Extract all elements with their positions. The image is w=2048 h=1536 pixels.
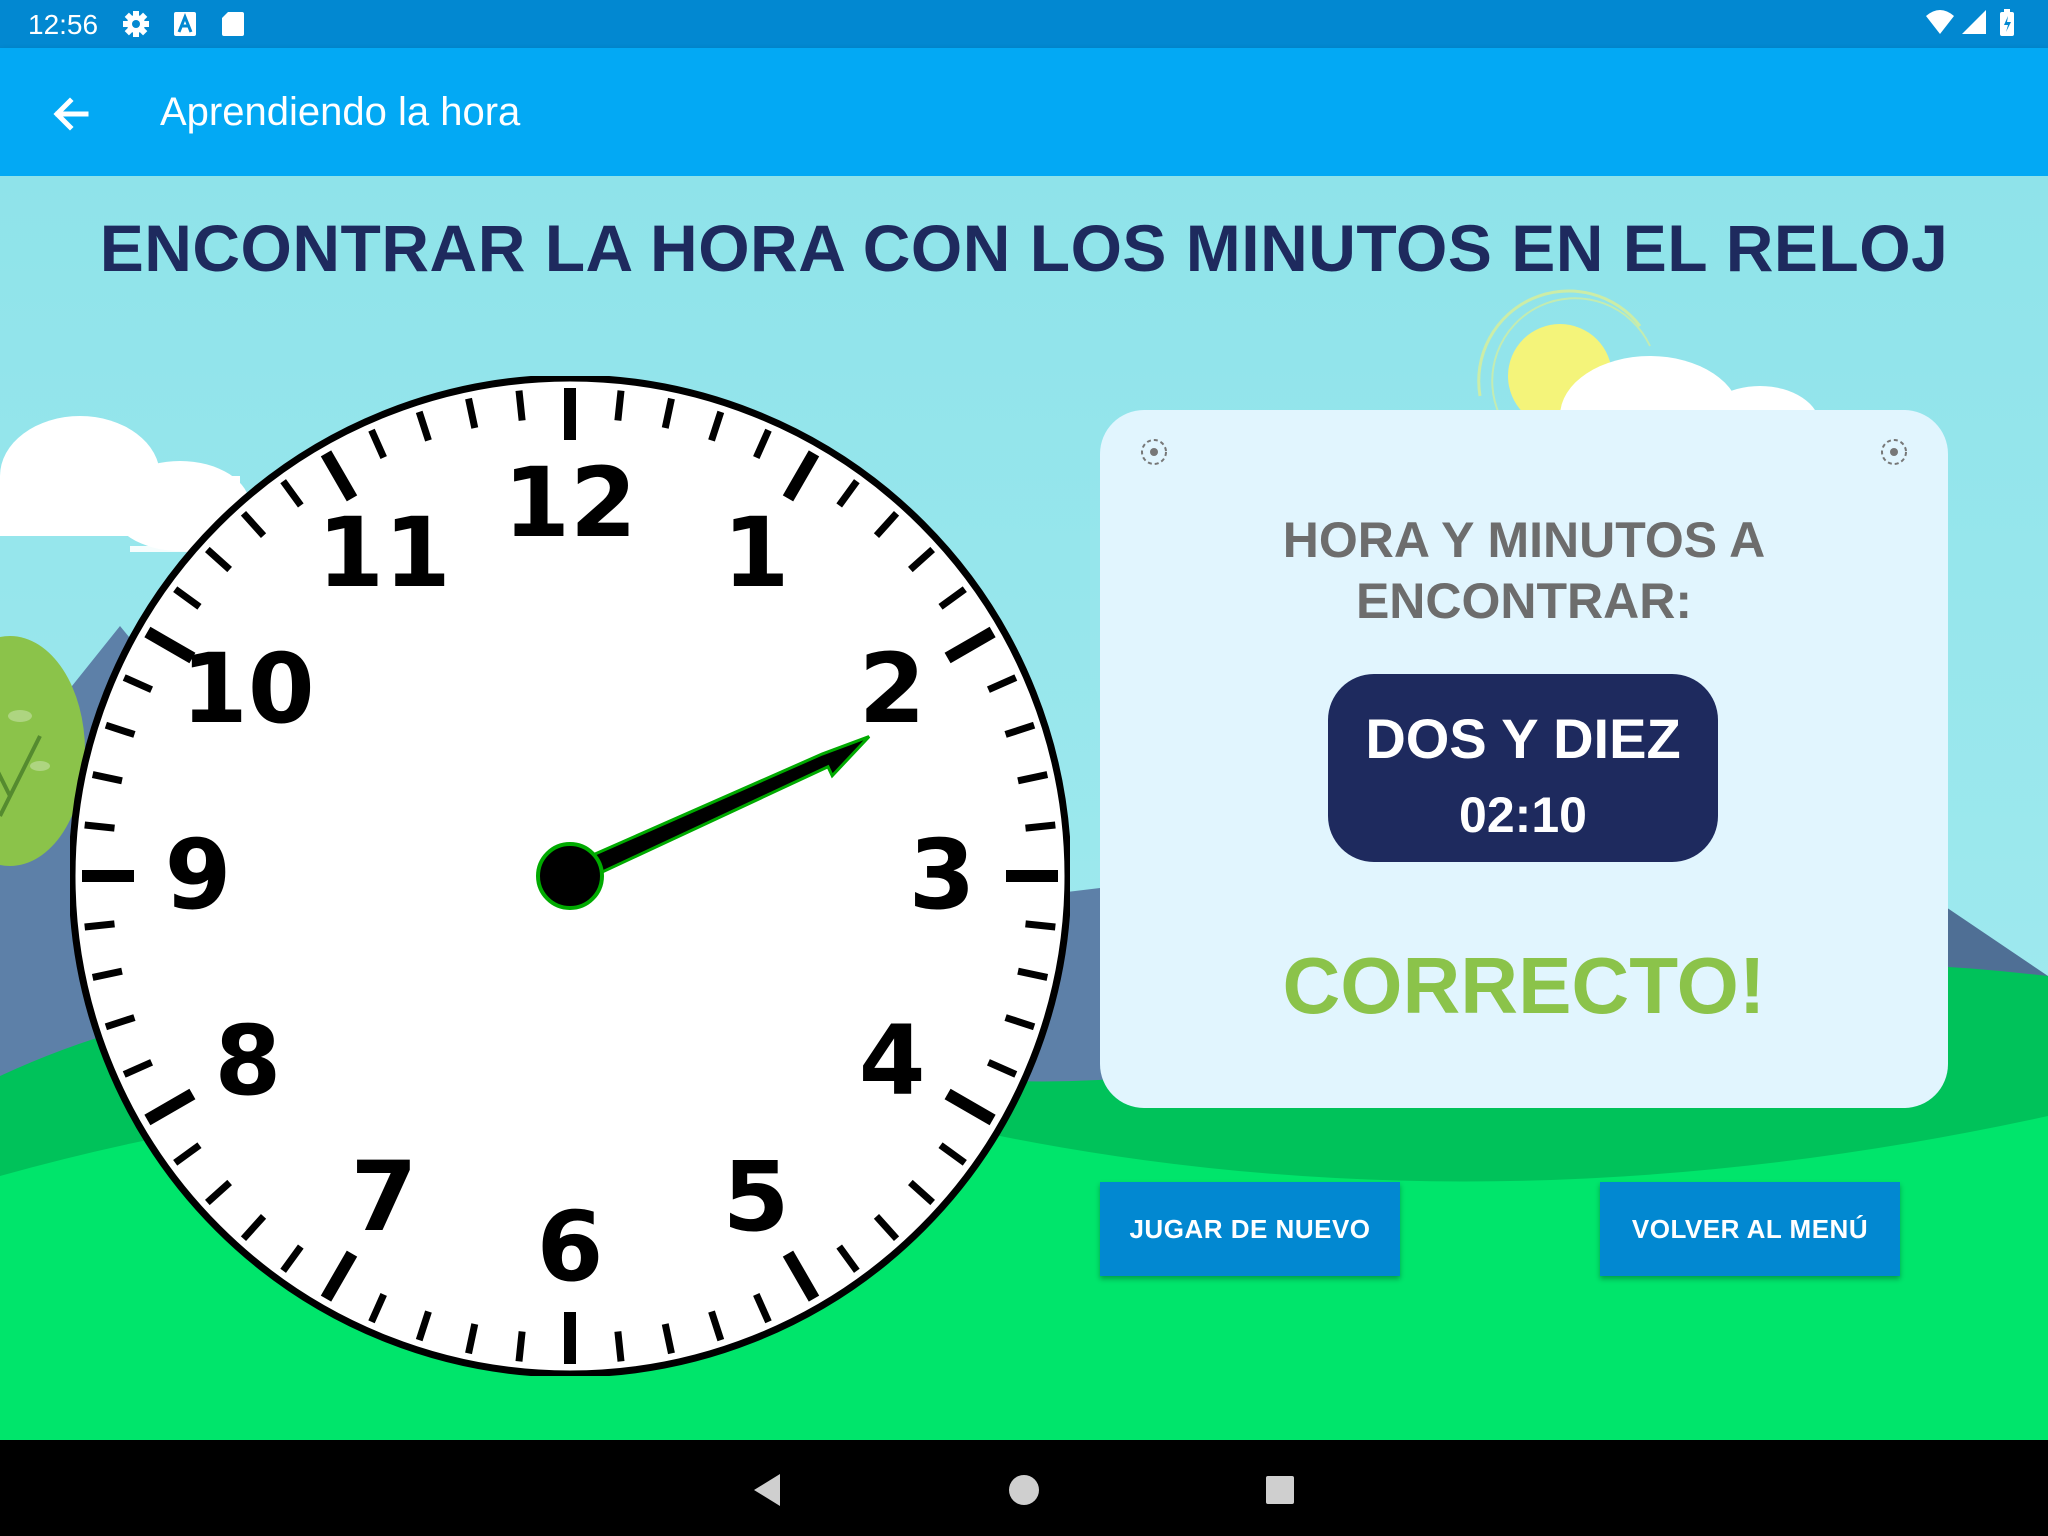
arrow-left-icon (53, 97, 89, 131)
clock-number: 1 (723, 497, 790, 609)
clock-number: 11 (317, 497, 451, 609)
target-time-digits: 02:10 (1459, 787, 1587, 843)
clock-number: 6 (537, 1191, 604, 1303)
clock-minute-tick (84, 821, 115, 832)
clock-number: 9 (165, 819, 232, 931)
home-circle-icon[interactable] (1002, 1468, 1046, 1512)
clock-minute-tick (515, 390, 526, 421)
back-triangle-icon[interactable] (746, 1468, 790, 1512)
status-time: 12:56 (28, 9, 99, 40)
wifi-icon (1926, 10, 1954, 34)
clock-number: 10 (181, 633, 315, 745)
app-title: Aprendiendo la hora (160, 90, 521, 134)
clock-number: 5 (723, 1141, 790, 1253)
clock-number: 7 (351, 1141, 418, 1253)
clock-number: 3 (909, 819, 976, 931)
target-icon (1881, 439, 1907, 465)
status-icons-left (120, 8, 260, 45)
gear-icon (123, 11, 149, 37)
sd-card-icon (222, 12, 244, 36)
analog-clock[interactable]: 12 1 2 3 4 5 6 7 8 9 10 11 (68, 374, 1072, 1381)
clock-minute-tick (84, 920, 115, 931)
clock-minute-tick (1025, 821, 1056, 832)
target-time-box: DOS Y DIEZ 02:10 (1328, 674, 1718, 862)
clock-minute-tick (614, 1331, 625, 1362)
clock-center-hub (536, 842, 604, 910)
clock-minute-tick (614, 390, 625, 421)
target-icon (1141, 439, 1167, 465)
clock-minute-tick (1025, 920, 1056, 931)
battery-icon (2000, 9, 2014, 36)
page-heading: ENCONTRAR LA HORA CON LOS MINUTOS EN EL … (99, 211, 1949, 285)
status-bar: 12:56 (0, 0, 2048, 48)
clock-number: 12 (503, 447, 637, 559)
navigation-bar (0, 1440, 2048, 1536)
clock-number: 4 (859, 1005, 926, 1117)
target-panel: HORA Y MINUTOS A ENCONTRAR: DOS Y DIEZ 0… (1100, 410, 1948, 1108)
clock-minute-tick (515, 1331, 526, 1362)
status-icons-right (1924, 8, 2024, 45)
clock-number: 2 (859, 633, 926, 745)
result-message: CORRECTO! (1282, 941, 1766, 1030)
signal-icon (1962, 10, 1986, 34)
target-label: HORA Y MINUTOS A ENCONTRAR: (1100, 510, 1948, 632)
target-label-line1: HORA Y MINUTOS A (1282, 512, 1766, 568)
target-label-line2: ENCONTRAR: (1355, 573, 1693, 629)
play-again-button[interactable]: JUGAR DE NUEVO (1100, 1182, 1400, 1276)
back-to-menu-button[interactable]: VOLVER AL MENÚ (1600, 1182, 1900, 1276)
app-bar: Aprendiendo la hora (0, 48, 2048, 176)
clock-number: 8 (214, 1005, 281, 1117)
back-button[interactable] (40, 82, 104, 146)
recents-square-icon[interactable] (1258, 1468, 1302, 1512)
target-time-words: DOS Y DIEZ (1365, 707, 1681, 770)
a-box-icon (174, 12, 196, 36)
